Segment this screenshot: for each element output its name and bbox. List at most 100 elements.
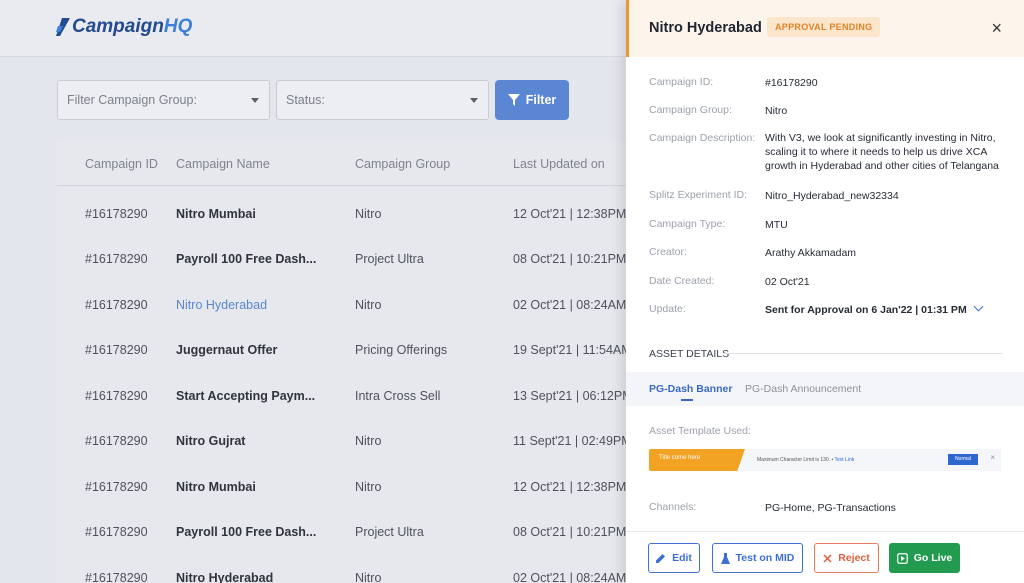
campaign-group-cell: Project Ultra xyxy=(355,252,424,266)
campaign-id-cell: #16178290 xyxy=(85,343,148,357)
update-dropdown[interactable]: Sent for Approval on 6 Jan'22 | 01:31 PM xyxy=(765,301,1010,317)
status-badge: APPROVAL PENDING xyxy=(767,17,881,37)
channels-label: Channels: xyxy=(649,501,697,513)
header-last-updated[interactable]: Last Updated on xyxy=(513,157,605,171)
go-live-button[interactable]: Go Live xyxy=(889,543,960,573)
edit-button[interactable]: Edit xyxy=(648,543,700,573)
campaign-id-cell: #16178290 xyxy=(85,571,148,583)
campaign-type-label: Campaign Type: xyxy=(649,218,726,230)
date-created-label: Date Created: xyxy=(649,275,715,287)
edit-button-label: Edit xyxy=(672,552,692,564)
x-icon xyxy=(823,553,832,563)
last-updated-cell: 11 Sept'21 | 02:49PM xyxy=(513,434,632,448)
campaign-name-cell[interactable]: Juggernaut Offer xyxy=(176,328,277,373)
table-row[interactable]: #16178290 Start Accepting Paym... Intra … xyxy=(57,374,657,419)
header-campaign-id[interactable]: Campaign ID xyxy=(85,157,158,171)
reject-button[interactable]: Reject xyxy=(814,543,879,573)
tab-pg-dash-banner[interactable]: PG-Dash Banner xyxy=(649,383,732,395)
table-header: Campaign ID Campaign Name Campaign Group… xyxy=(57,140,657,186)
template-close-icon: × xyxy=(990,453,995,462)
header-campaign-name[interactable]: Campaign Name xyxy=(176,157,270,171)
asset-details-heading: ASSET DETAILS xyxy=(649,348,730,360)
campaign-id-value: #16178290 xyxy=(765,77,818,89)
date-created-value: 02 Oct'21 xyxy=(765,276,810,288)
close-icon[interactable]: × xyxy=(991,19,1002,37)
campaign-id-cell: #16178290 xyxy=(85,298,148,312)
test-button-label: Test on MID xyxy=(735,552,795,564)
last-updated-cell: 08 Oct'21 | 10:21PM xyxy=(513,252,627,266)
template-title: Title come here xyxy=(659,455,701,461)
campaign-name-cell[interactable]: Nitro Mumbai xyxy=(176,465,256,510)
campaign-group-placeholder: Filter Campaign Group: xyxy=(67,93,197,107)
campaign-name-cell[interactable]: Nitro Hyderabad xyxy=(176,556,273,583)
campaign-id-cell: #16178290 xyxy=(85,434,148,448)
active-tab-indicator xyxy=(681,399,693,401)
chevron-down-icon xyxy=(973,301,984,312)
campaign-id-cell: #16178290 xyxy=(85,207,148,221)
creator-label: Creator: xyxy=(649,246,687,258)
drawer-header: Nitro Hyderabad APPROVAL PENDING × xyxy=(626,0,1024,57)
section-divider xyxy=(724,353,1002,354)
funnel-icon xyxy=(507,94,520,106)
campaign-id-cell: #16178290 xyxy=(85,389,148,403)
logo-text-accent: HQ xyxy=(163,16,193,37)
last-updated-cell: 13 Sept'21 | 06:12PM xyxy=(513,389,633,403)
chevron-down-icon xyxy=(251,97,259,103)
last-updated-cell: 02 Oct'21 | 08:24AM xyxy=(513,298,627,312)
campaign-name-cell[interactable]: Nitro Gujrat xyxy=(176,419,245,464)
template-body: Maximum Character Limit is 130. xyxy=(757,457,831,463)
filter-button-label: Filter xyxy=(525,93,557,107)
campaign-id-cell: #16178290 xyxy=(85,252,148,266)
campaign-name-link[interactable]: Nitro Hyderabad xyxy=(176,283,267,328)
update-value: Sent for Approval on 6 Jan'22 | 01:31 PM xyxy=(765,304,967,316)
campaign-group-cell: Nitro xyxy=(355,480,382,494)
table-row[interactable]: #16178290 Payroll 100 Free Dash... Proje… xyxy=(57,510,657,555)
campaign-group-cell: Nitro xyxy=(355,434,382,448)
go-live-button-label: Go Live xyxy=(913,552,953,564)
campaign-name-cell[interactable]: Payroll 100 Free Dash... xyxy=(176,510,316,555)
campaign-group-value: Nitro xyxy=(765,105,788,117)
flask-icon xyxy=(720,552,730,564)
table-row[interactable]: #16178290 Nitro Mumbai Nitro 12 Oct'21 |… xyxy=(57,465,657,510)
table-row-selected[interactable]: #16178290 Nitro Hyderabad Nitro 02 Oct'2… xyxy=(57,283,657,328)
header-campaign-group[interactable]: Campaign Group xyxy=(355,157,450,171)
campaign-group-select[interactable]: Filter Campaign Group: xyxy=(57,80,270,120)
pencil-icon xyxy=(656,554,666,563)
campaign-group-cell: Intra Cross Sell xyxy=(355,389,441,403)
last-updated-cell: 19 Sept'21 | 11:54AM xyxy=(513,343,632,357)
table-row[interactable]: #16178290 Nitro Gujrat Nitro 11 Sept'21 … xyxy=(57,419,657,464)
description-value: With V3, we look at significantly invest… xyxy=(765,132,999,172)
drawer-title: Nitro Hyderabad xyxy=(649,20,762,36)
campaign-name-cell[interactable]: Nitro Mumbai xyxy=(176,192,256,237)
description-label: Campaign Description: xyxy=(649,132,756,144)
status-select[interactable]: Status: xyxy=(276,80,489,120)
campaign-type-value: MTU xyxy=(765,219,788,231)
campaign-name-cell[interactable]: Payroll 100 Free Dash... xyxy=(176,237,316,282)
test-on-mid-button[interactable]: Test on MID xyxy=(712,543,803,573)
logo-icon xyxy=(56,18,70,36)
campaign-group-cell: Nitro xyxy=(355,298,382,312)
creator-value: Arathy Akkamadam xyxy=(765,247,857,259)
campaign-table: Campaign ID Campaign Name Campaign Group… xyxy=(57,140,657,583)
app-logo[interactable]: Campaign HQ xyxy=(56,16,192,38)
last-updated-cell: 12 Oct'21 | 12:38PM xyxy=(513,480,627,494)
filter-button[interactable]: Filter xyxy=(495,80,569,120)
filter-bar: Filter Campaign Group: Status: Filter xyxy=(57,80,569,120)
table-row[interactable]: #16178290 Payroll 100 Free Dash... Proje… xyxy=(57,237,657,282)
status-placeholder: Status: xyxy=(286,93,325,107)
table-row[interactable]: #16178290 Nitro Hyderabad Nitro 02 Oct'2… xyxy=(57,556,657,583)
last-updated-cell: 08 Oct'21 | 10:21PM xyxy=(513,525,627,539)
campaign-id-label: Campaign ID: xyxy=(649,76,714,88)
campaign-id-cell: #16178290 xyxy=(85,480,148,494)
template-text: Maximum Character Limit is 130. • Text L… xyxy=(757,457,855,463)
logo-text-main: Campaign xyxy=(72,16,164,37)
campaign-group-cell: Pricing Offerings xyxy=(355,343,448,357)
campaign-name-cell[interactable]: Start Accepting Paym... xyxy=(176,374,315,419)
campaign-group-cell: Nitro xyxy=(355,571,382,583)
chevron-down-icon xyxy=(470,97,478,103)
asset-template-label: Asset Template Used: xyxy=(649,425,751,437)
reject-button-label: Reject xyxy=(838,552,870,564)
table-row[interactable]: #16178290 Juggernaut Offer Pricing Offer… xyxy=(57,328,657,373)
table-row[interactable]: #16178290 Nitro Mumbai Nitro 12 Oct'21 |… xyxy=(57,192,657,237)
tab-pg-dash-announcement[interactable]: PG-Dash Announcement xyxy=(745,383,861,395)
